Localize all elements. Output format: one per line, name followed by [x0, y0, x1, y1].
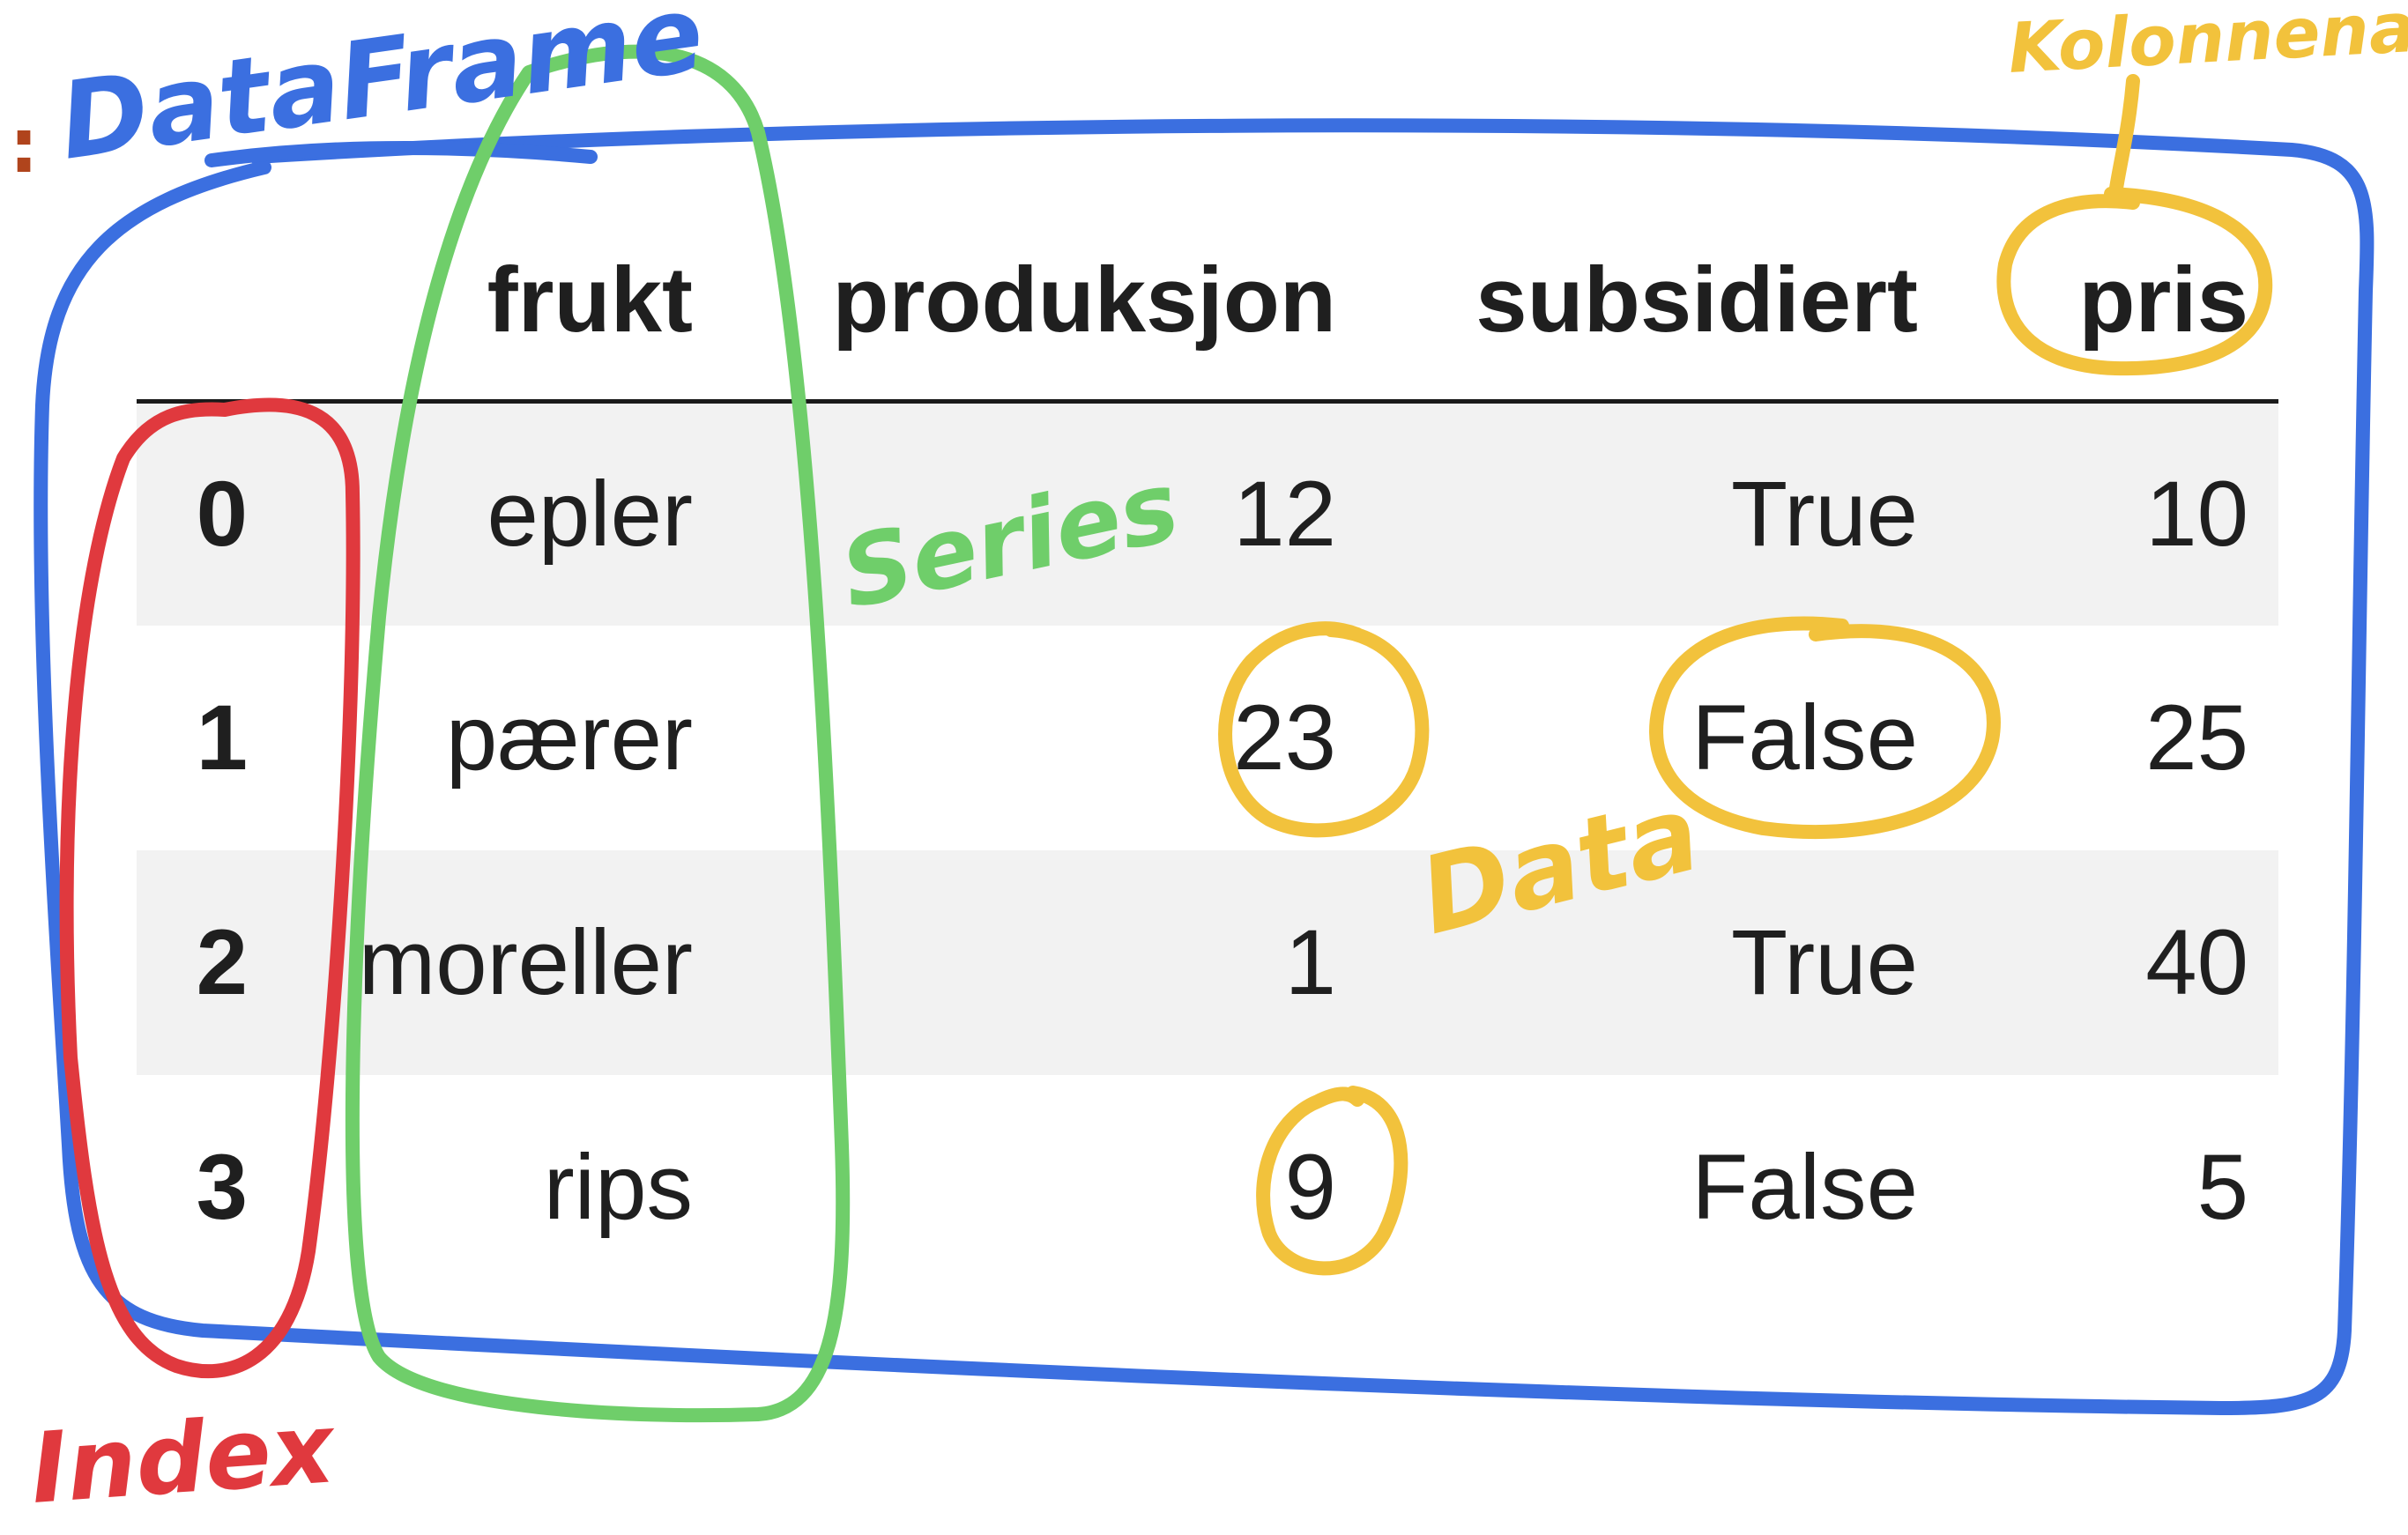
annotation-overlay: DataFrame Series Index Data Kolonnenavn: [27, 0, 2408, 1525]
index-label: Index: [27, 1391, 340, 1525]
kolonnenavn-label: Kolonnenavn: [2006, 0, 2408, 89]
data-label: Data: [1408, 772, 1711, 959]
produksjon-9-highlight-circle: [1256, 1086, 1408, 1276]
produksjon-23-highlight-circle: [1218, 621, 1430, 838]
annotated-dataframe-diagram: : frukt produksjon subsidiert pris 0 epl…: [0, 0, 2408, 1535]
pris-highlight-circle: [1996, 187, 2273, 376]
series-label: Series: [832, 449, 1188, 630]
series-outline: [345, 44, 851, 1423]
subsidiert-false-highlight-circle: [1649, 616, 2001, 840]
index-outline: [59, 397, 360, 1379]
